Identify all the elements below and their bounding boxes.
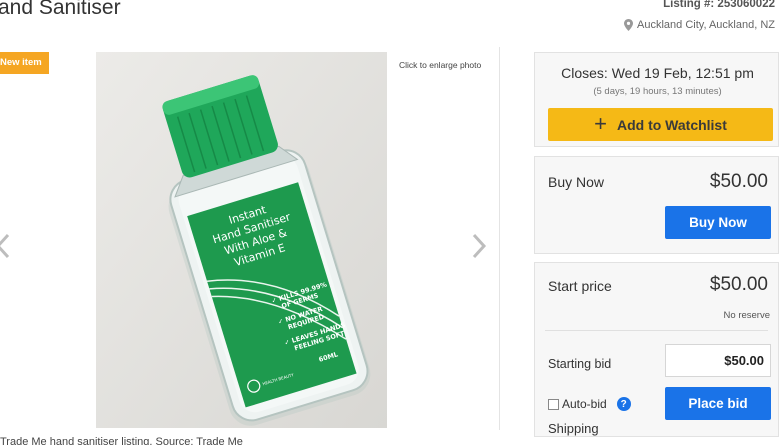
buy-now-label: Buy Now	[548, 174, 605, 190]
bidding-card: Start price $50.00 No reserve Starting b…	[534, 262, 779, 437]
location-pin-icon	[624, 19, 634, 31]
autobid-checkbox[interactable]	[548, 398, 559, 410]
new-item-badge: New item	[0, 52, 49, 74]
location-text: Auckland City, Auckland, NZ	[637, 19, 775, 31]
previous-photo-icon[interactable]	[0, 232, 12, 260]
starting-bid-label: Starting bid	[548, 357, 612, 371]
product-photo[interactable]: Instant Hand Sanitiser With Aloe & Vitam…	[96, 52, 387, 428]
start-price-value: $50.00	[709, 274, 768, 295]
add-to-watchlist-button[interactable]: + Add to Watchlist	[548, 108, 773, 141]
listing-title: and Sanitiser	[0, 0, 121, 19]
buy-now-button[interactable]: Buy Now	[665, 206, 771, 239]
plus-icon: +	[594, 110, 607, 136]
buy-now-card: Buy Now $50.00 Buy Now	[534, 156, 779, 254]
bid-amount-input[interactable]: $50.00	[665, 344, 771, 377]
enlarge-photo-link[interactable]: Click to enlarge photo	[399, 60, 481, 70]
help-icon[interactable]: ?	[616, 397, 631, 411]
closing-time: Closes: Wed 19 Feb, 12:51 pm	[561, 65, 754, 81]
autobid-label: Auto-bid	[562, 397, 607, 411]
place-bid-button[interactable]: Place bid	[665, 387, 771, 420]
reserve-status: No reserve	[723, 310, 770, 321]
shipping-heading: Shipping	[548, 421, 599, 436]
time-remaining: (5 days, 19 hours, 13 minutes)	[593, 86, 722, 97]
hand-sanitiser-bottle-image: Instant Hand Sanitiser With Aloe & Vitam…	[96, 52, 387, 428]
divider	[545, 330, 768, 331]
start-price-label: Start price	[548, 278, 612, 294]
location: Auckland City, Auckland, NZ	[624, 19, 775, 31]
autobid-control[interactable]: Auto-bid ?	[548, 397, 631, 411]
photo-gallery: Instant Hand Sanitiser With Aloe & Vitam…	[0, 47, 500, 430]
buy-now-price: $50.00	[709, 171, 768, 192]
next-photo-icon[interactable]	[470, 232, 488, 260]
image-caption: Trade Me hand sanitiser listing. Source:…	[0, 436, 243, 445]
watchlist-label: Add to Watchlist	[616, 116, 727, 133]
listing-number: Listing #: 253060022	[663, 0, 775, 10]
closing-card: Closes: Wed 19 Feb, 12:51 pm (5 days, 19…	[534, 52, 779, 147]
